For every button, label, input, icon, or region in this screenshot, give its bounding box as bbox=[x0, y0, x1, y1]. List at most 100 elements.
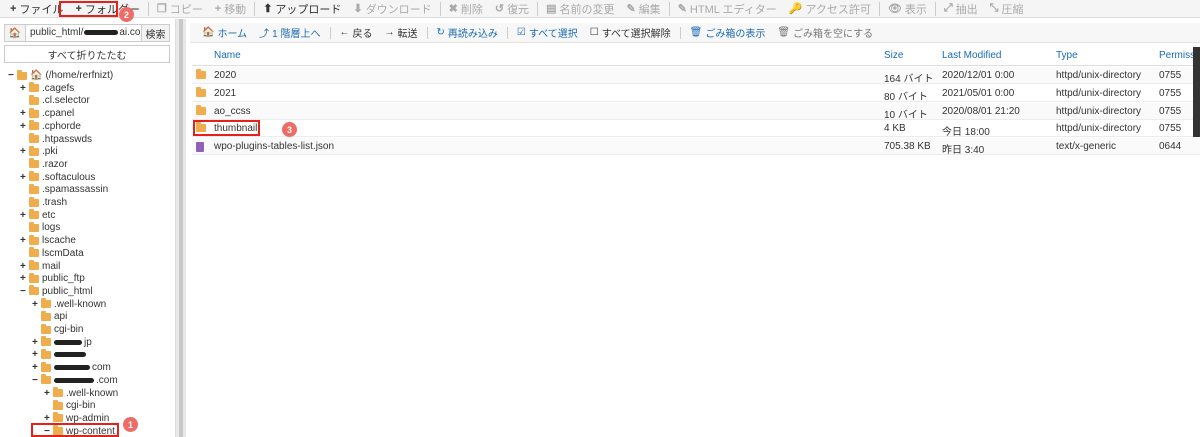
cell-modified: 今日 18:00 bbox=[942, 127, 990, 139]
splitter-handle[interactable] bbox=[179, 19, 183, 437]
tree-item-label: .cagefs bbox=[42, 82, 75, 94]
nav-button[interactable]: 🗑 ごみ箱の表示 bbox=[684, 25, 772, 40]
nav-button[interactable]: ☑ すべて選択 bbox=[511, 25, 584, 40]
redacted-text bbox=[54, 377, 94, 383]
tree-item-label: etc bbox=[42, 209, 56, 221]
tree-item[interactable]: .htpasswds bbox=[20, 133, 92, 146]
tree-item-label: public_ftp bbox=[42, 273, 85, 285]
expand-icon[interactable]: + bbox=[20, 108, 28, 119]
tree-item[interactable]: + com bbox=[32, 361, 111, 374]
tree-item[interactable]: cgi-bin bbox=[32, 323, 83, 336]
toolbar-button[interactable]: ⬆ アップロード bbox=[257, 0, 347, 18]
collapse-icon[interactable]: − bbox=[32, 375, 40, 386]
tree-item[interactable]: logs bbox=[20, 221, 60, 234]
tree-item-label: (/home/rerfnizt) bbox=[45, 70, 114, 81]
tree-item[interactable]: + jp bbox=[32, 336, 92, 349]
col-type-header[interactable]: Type bbox=[1056, 50, 1078, 61]
expand-icon[interactable]: + bbox=[20, 83, 28, 94]
tree-item[interactable]: + bbox=[32, 348, 88, 361]
table-row[interactable]: 2020 164 バイト 2020/12/01 0:00 httpd/unix-dir… bbox=[192, 67, 1200, 85]
tree-item[interactable]: + .well-known bbox=[44, 387, 118, 400]
expand-icon[interactable]: + bbox=[32, 299, 40, 310]
tree-item[interactable]: .cl.selector bbox=[20, 94, 90, 107]
table-row[interactable]: thumbnail 4 KB 今日 18:00 httpd/unix-director… bbox=[192, 120, 1200, 139]
toolbar-button[interactable]: ✎ 編集 bbox=[620, 0, 666, 18]
cell-type: httpd/unix-directory bbox=[1056, 70, 1142, 81]
nav-button[interactable]: ⤴ 1 階層上へ bbox=[253, 25, 326, 40]
toolbar-button[interactable]: + 移動 bbox=[209, 0, 252, 18]
nav-button[interactable]: → 転送 bbox=[379, 25, 424, 40]
tree-item[interactable]: + lscache bbox=[20, 234, 76, 247]
home-icon[interactable]: 🏠 bbox=[4, 24, 26, 42]
tree-item[interactable]: + mail bbox=[20, 260, 60, 273]
tree-item[interactable]: + .softaculous bbox=[20, 171, 95, 184]
toolbar-button[interactable]: ⤡ 圧縮 bbox=[984, 0, 1030, 18]
folder-icon bbox=[41, 374, 51, 385]
tree-item[interactable]: cgi-bin bbox=[44, 399, 95, 412]
expand-icon[interactable]: + bbox=[20, 261, 28, 272]
folder-icon bbox=[29, 196, 39, 207]
table-row[interactable]: 2021 80 バイト 2021/05/01 0:00 httpd/unix-dire… bbox=[192, 85, 1200, 103]
toolbar-button[interactable]: ↺ 復元 bbox=[489, 0, 535, 18]
tree-item[interactable]: + public_ftp bbox=[20, 272, 85, 285]
tree-item[interactable]: api bbox=[32, 310, 67, 323]
tree-item-label: cgi-bin bbox=[66, 400, 96, 412]
tree-item[interactable]: .trash bbox=[20, 196, 67, 209]
toolbar-button[interactable]: ⬇ ダウンロード bbox=[347, 0, 437, 18]
col-size-header[interactable]: Size bbox=[884, 50, 903, 61]
collapse-icon[interactable]: − bbox=[20, 286, 28, 297]
toolbar-button[interactable]: ✎ HTML エディター bbox=[672, 0, 783, 18]
expand-icon[interactable]: + bbox=[20, 172, 28, 183]
panel-splitter[interactable] bbox=[176, 19, 186, 437]
file-icon bbox=[196, 142, 204, 153]
expand-icon[interactable]: + bbox=[20, 210, 28, 221]
tree-item-label: .well-known bbox=[66, 387, 119, 399]
toolbar-button[interactable]: ✖ 削除 bbox=[443, 0, 489, 18]
nav-label: 戻る bbox=[352, 29, 373, 40]
tree-item-label: lscmData bbox=[42, 247, 84, 259]
toolbar-button[interactable]: 🔑 アクセス許可 bbox=[783, 0, 877, 18]
tree-item[interactable]: + .cpanel bbox=[20, 107, 74, 120]
tree-item[interactable]: − public_html bbox=[20, 285, 93, 298]
nav-button[interactable]: ↻ 再読み込み bbox=[431, 25, 504, 40]
nav-button[interactable]: ← 戻る bbox=[334, 25, 379, 40]
tree-item-label: .spamassassin bbox=[42, 184, 109, 196]
table-row[interactable]: ao_ccss 10 バイト 2020/08/01 21:20 httpd/unix-… bbox=[192, 102, 1200, 121]
tree-item[interactable]: .spamassassin bbox=[20, 183, 108, 196]
tree-item[interactable]: .razor bbox=[20, 158, 68, 171]
tree-item[interactable]: − 🏠 (/home/rerfnizt) bbox=[8, 69, 113, 82]
tree-item[interactable]: + etc bbox=[20, 209, 55, 222]
toolbar-button[interactable]: ▤ 名前の変更 bbox=[540, 0, 620, 18]
table-row[interactable]: wpo-plugins-tables-list.json 705.38 KB 昨日 … bbox=[192, 138, 1200, 156]
collapse-icon[interactable]: − bbox=[8, 70, 16, 81]
tree-item[interactable]: − .com bbox=[32, 374, 118, 387]
expand-icon[interactable]: + bbox=[44, 388, 52, 399]
nav-button[interactable]: 🏠 ホーム bbox=[196, 25, 253, 40]
toolbar-button[interactable]: 👁 表示 bbox=[882, 0, 933, 18]
col-name-header[interactable]: Name bbox=[214, 50, 241, 61]
tree-item[interactable]: + .well-known bbox=[32, 298, 106, 311]
expand-icon[interactable]: + bbox=[20, 273, 28, 284]
tree-item[interactable]: lscmData bbox=[20, 247, 84, 260]
search-button[interactable]: 検索 bbox=[142, 24, 170, 42]
expand-icon[interactable]: + bbox=[20, 146, 28, 157]
expand-icon[interactable]: + bbox=[32, 362, 40, 373]
toolbar-icon: ⬆ bbox=[263, 3, 273, 15]
tree-item[interactable]: + .cphorde bbox=[20, 120, 81, 133]
tree-item-label: lscache bbox=[42, 235, 76, 247]
toolbar-button[interactable]: ⤢ 抽出 bbox=[938, 0, 984, 18]
expand-icon[interactable]: + bbox=[32, 349, 40, 360]
toolbar-icon: ⬇ bbox=[353, 3, 363, 15]
col-modified-header[interactable]: Last Modified bbox=[942, 50, 1001, 61]
expand-icon[interactable]: + bbox=[20, 121, 28, 132]
path-input[interactable]: public_html/ai.co bbox=[26, 24, 142, 42]
nav-button[interactable]: ☐ すべて選択解除 bbox=[584, 25, 677, 40]
expand-icon[interactable]: + bbox=[32, 337, 40, 348]
toolbar-button[interactable]: ❐ コピー bbox=[151, 0, 209, 18]
tree-item[interactable]: + .pki bbox=[20, 145, 58, 158]
cell-perm: 0755 bbox=[1159, 87, 1182, 99]
tree-item[interactable]: + .cagefs bbox=[20, 82, 74, 95]
nav-button[interactable]: 🗑 ごみ箱を空にする bbox=[771, 25, 879, 40]
expand-icon[interactable]: + bbox=[20, 235, 28, 246]
collapse-all-button[interactable]: すべて折りたたむ bbox=[4, 45, 170, 63]
